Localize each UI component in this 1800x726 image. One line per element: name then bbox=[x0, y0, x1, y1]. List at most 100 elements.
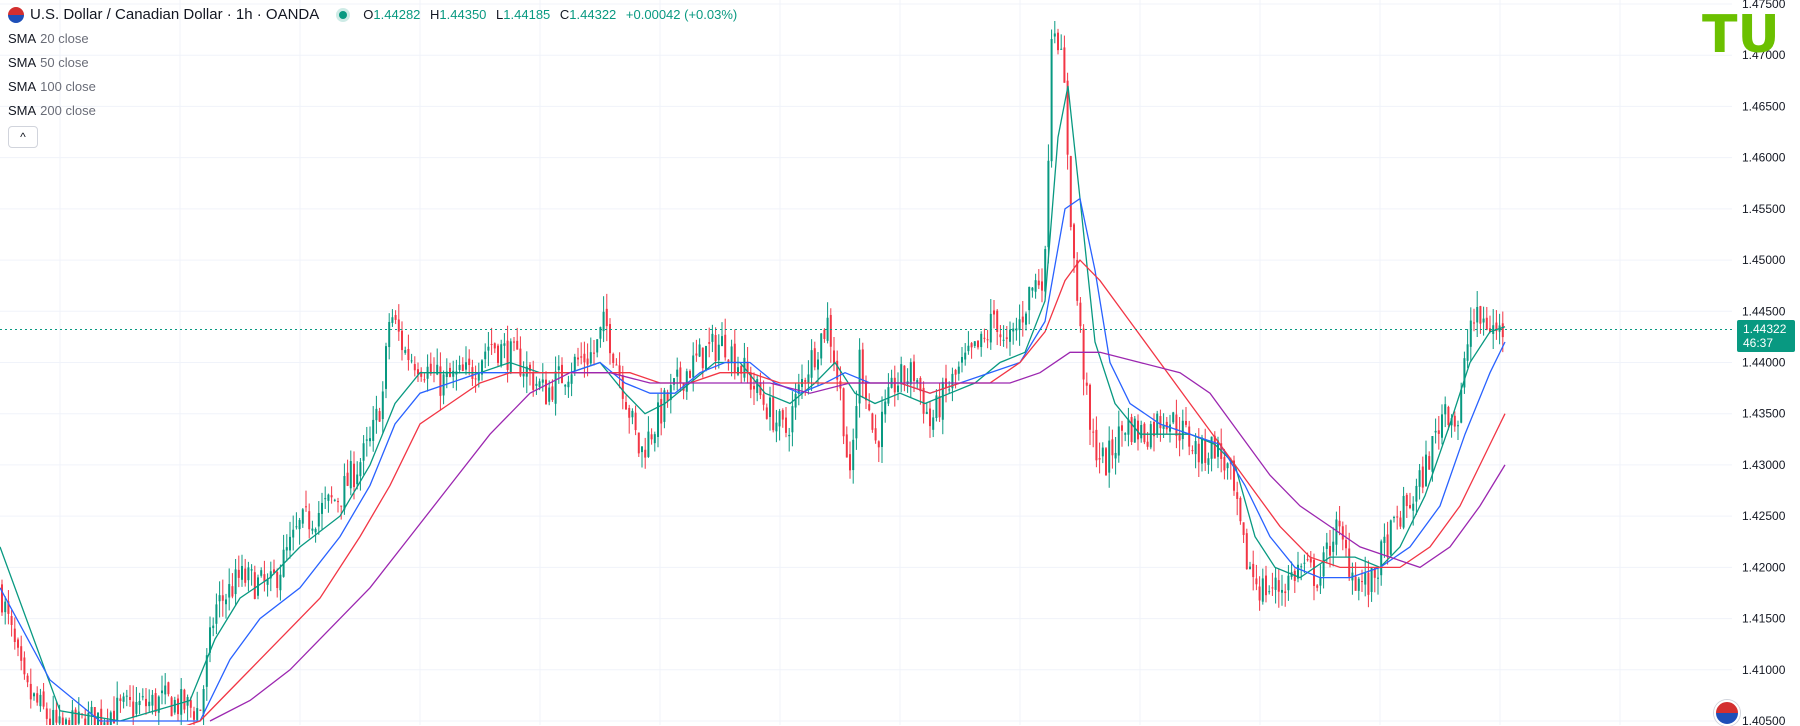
candle-body bbox=[503, 343, 506, 346]
candle-body bbox=[967, 345, 970, 352]
candle-body bbox=[45, 708, 48, 719]
candle-body bbox=[1242, 522, 1245, 535]
candle-body bbox=[519, 348, 522, 376]
candle-body bbox=[42, 691, 45, 707]
candle-body bbox=[180, 689, 183, 715]
candle-body bbox=[621, 375, 624, 399]
candle-body bbox=[605, 308, 608, 327]
candle-body bbox=[1274, 577, 1277, 590]
candle-body bbox=[794, 393, 797, 408]
candle-body bbox=[1041, 281, 1043, 291]
candle-body bbox=[1309, 558, 1312, 563]
candle-body bbox=[849, 454, 851, 471]
candle-body bbox=[1076, 259, 1079, 301]
candle-body bbox=[599, 327, 602, 339]
candle-body bbox=[1185, 420, 1187, 425]
candle-body bbox=[353, 463, 355, 488]
candle-body bbox=[234, 569, 237, 595]
indicator-sma-20[interactable]: SMA 20 close bbox=[8, 30, 743, 48]
candle-body bbox=[884, 401, 887, 415]
candle-body bbox=[125, 695, 128, 697]
candle-body bbox=[55, 709, 58, 723]
candle-body bbox=[183, 689, 186, 710]
candle-body bbox=[135, 702, 138, 714]
candle-body bbox=[938, 395, 941, 418]
price-axis[interactable]: 1.475001.470001.465001.460001.455001.450… bbox=[1742, 0, 1786, 725]
candle-body bbox=[1367, 572, 1370, 595]
candle-body bbox=[461, 364, 464, 371]
candle-body bbox=[241, 566, 243, 580]
candle-body bbox=[1287, 575, 1290, 591]
candle-body bbox=[340, 505, 343, 507]
candle-body bbox=[785, 417, 787, 433]
candle-body bbox=[977, 340, 979, 348]
candle-body bbox=[1252, 563, 1255, 578]
candle-body bbox=[4, 601, 7, 613]
candle-body bbox=[1476, 307, 1479, 323]
candle-body bbox=[1335, 519, 1338, 545]
candle-body bbox=[762, 394, 765, 405]
candle-body bbox=[228, 584, 231, 598]
candle-body bbox=[513, 341, 515, 343]
indicator-sma-200[interactable]: SMA 200 close bbox=[8, 102, 743, 120]
bar-countdown: 46:37 bbox=[1743, 335, 1774, 350]
candle-body bbox=[957, 366, 960, 374]
candle-body bbox=[365, 439, 368, 441]
candle-body bbox=[535, 383, 538, 386]
sma-line-2 bbox=[0, 197, 1506, 722]
candle-body bbox=[1108, 440, 1111, 473]
market-status-icon[interactable] bbox=[339, 11, 348, 19]
candle-body bbox=[154, 693, 157, 713]
candle-body bbox=[1012, 328, 1015, 332]
candle-body bbox=[337, 501, 339, 503]
candle-body bbox=[1393, 517, 1395, 519]
candle-body bbox=[612, 353, 615, 364]
candle-body bbox=[874, 428, 877, 441]
indicator-sma-100[interactable]: SMA 100 close bbox=[8, 78, 743, 96]
candle-body bbox=[506, 340, 509, 370]
candle-body bbox=[1073, 224, 1075, 259]
candle-body bbox=[516, 340, 519, 350]
symbol-row[interactable]: U.S. Dollar / Canadian Dollar · 1h · OAN… bbox=[8, 6, 743, 24]
indicator-sma-50[interactable]: SMA 50 close bbox=[8, 54, 743, 72]
currency-flag-icon[interactable] bbox=[1714, 700, 1740, 726]
candle-body bbox=[692, 355, 695, 378]
candle-body bbox=[1053, 33, 1056, 37]
candle-body bbox=[855, 406, 858, 439]
y-tick-label: 1.42000 bbox=[1742, 560, 1786, 574]
candle-body bbox=[1258, 586, 1261, 601]
candle-body bbox=[724, 334, 727, 358]
symbol-title[interactable]: U.S. Dollar / Canadian Dollar · 1h · OAN… bbox=[30, 6, 319, 24]
candle-body bbox=[628, 407, 631, 418]
candle-body bbox=[404, 350, 407, 353]
candle-body bbox=[650, 434, 653, 440]
collapse-legend-button[interactable]: ^ bbox=[8, 126, 38, 148]
candle-body bbox=[1034, 280, 1037, 292]
candle-body bbox=[641, 446, 643, 453]
candle-body bbox=[305, 506, 307, 508]
candle-body bbox=[170, 697, 173, 717]
candle-body bbox=[474, 378, 477, 380]
candle-body bbox=[1111, 439, 1114, 456]
candle-body bbox=[1322, 552, 1325, 577]
candle-body bbox=[509, 341, 512, 374]
candle-body bbox=[954, 369, 957, 375]
candle-body bbox=[225, 599, 227, 605]
candle-body bbox=[52, 709, 55, 725]
candle-body bbox=[1236, 492, 1239, 499]
candle-body bbox=[698, 344, 701, 357]
candle-body bbox=[39, 694, 42, 707]
high-label: H bbox=[430, 7, 440, 22]
candle-body bbox=[1188, 426, 1191, 447]
open-label: O bbox=[363, 7, 374, 22]
candle-body bbox=[1364, 573, 1367, 585]
candle-body bbox=[810, 350, 813, 378]
y-tick-label: 1.41000 bbox=[1742, 663, 1786, 677]
candle-body bbox=[929, 408, 931, 427]
candle-body bbox=[1197, 443, 1200, 463]
candle-body bbox=[349, 461, 352, 489]
candle-body bbox=[1249, 566, 1251, 569]
candle-body bbox=[807, 374, 810, 384]
candle-body bbox=[292, 529, 295, 538]
change-value: +0.00042 (+0.03%) bbox=[625, 7, 738, 22]
